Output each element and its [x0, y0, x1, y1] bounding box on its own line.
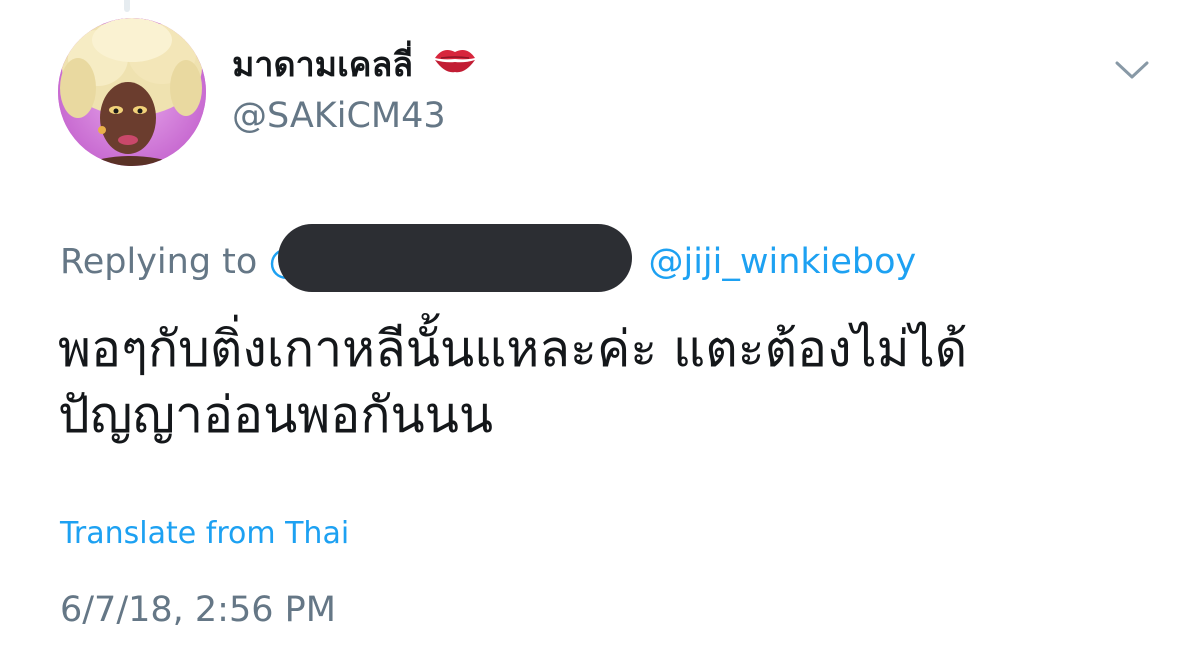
chevron-down-icon[interactable]: [1114, 58, 1150, 82]
reply-mention-link[interactable]: @jiji_winkieboy: [648, 242, 916, 282]
tweet-card: มาดามเคลลี่ @SAKiCM43 Replying to @ @jij…: [0, 0, 1200, 659]
thread-connector: [124, 0, 130, 12]
author-display-name[interactable]: มาดามเคลลี่: [232, 40, 477, 90]
translate-link[interactable]: Translate from Thai: [60, 512, 349, 556]
avatar-image: [58, 18, 206, 166]
tweet-timestamp[interactable]: 6/7/18, 2:56 PM: [60, 586, 336, 634]
replying-to-line: Replying to @ @jiji_winkieboy: [60, 224, 916, 292]
kiss-mark-icon: [433, 38, 477, 88]
replying-to-label: Replying to: [60, 242, 258, 282]
display-name-text: มาดามเคลลี่: [232, 45, 414, 85]
avatar[interactable]: [58, 18, 206, 166]
tweet-text: พอๆกับติ่งเกาหลีนั้นแหละค่ะ แตะต้องไม่ได…: [58, 320, 968, 444]
redacted-mention[interactable]: @: [268, 224, 640, 292]
redaction-bar: [278, 224, 633, 292]
author-handle[interactable]: @SAKiCM43: [232, 92, 446, 140]
